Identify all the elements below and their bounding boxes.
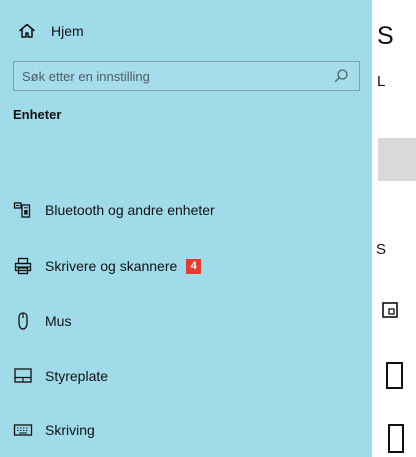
settings-sidebar: Hjem Enheter (0, 0, 372, 457)
sidebar-item-label: Styreplate (45, 368, 109, 384)
content-subheading: S (376, 241, 387, 258)
keyboard-icon (13, 420, 33, 440)
sidebar-item-label: Skriving (45, 422, 95, 438)
settings-search-box[interactable] (13, 61, 360, 91)
sidebar-item-label: Skrivere og skannere 4 (45, 257, 202, 275)
sidebar-item-label: Mus (45, 313, 72, 329)
sidebar-item-bluetooth-devices[interactable]: Bluetooth og andre enheter (13, 194, 358, 226)
content-page-title: S (377, 22, 394, 50)
content-description: L (377, 73, 386, 90)
mouse-icon (13, 311, 33, 331)
partial-device-icon (382, 302, 398, 318)
sidebar-item-mouse[interactable]: Mus (13, 305, 358, 337)
settings-content-area: S L S (372, 0, 416, 457)
settings-search-input[interactable] (22, 68, 331, 84)
sidebar-item-printers-scanners[interactable]: Skrivere og skannere 4 (13, 250, 358, 282)
printer-icon (13, 256, 33, 276)
home-nav-item[interactable]: Hjem (17, 19, 84, 43)
callout-badge: 4 (186, 259, 202, 275)
sidebar-item-typing[interactable]: Skriving (13, 414, 358, 446)
printers-scanners-label: Skrivere og skannere (45, 257, 178, 274)
home-icon (17, 21, 37, 41)
sidebar-item-label: Bluetooth og andre enheter (45, 202, 215, 218)
sidebar-item-touchpad[interactable]: Styreplate (13, 360, 358, 392)
search-icon[interactable] (331, 66, 351, 86)
settings-window: Hjem Enheter (0, 0, 416, 457)
content-action-button[interactable] (378, 138, 416, 181)
partial-device-icon (388, 424, 404, 453)
home-label: Hjem (51, 23, 84, 39)
touchpad-icon (13, 366, 33, 386)
section-title-devices: Enheter (13, 107, 62, 122)
bluetooth-devices-icon (13, 200, 33, 220)
partial-device-icon (386, 362, 403, 389)
